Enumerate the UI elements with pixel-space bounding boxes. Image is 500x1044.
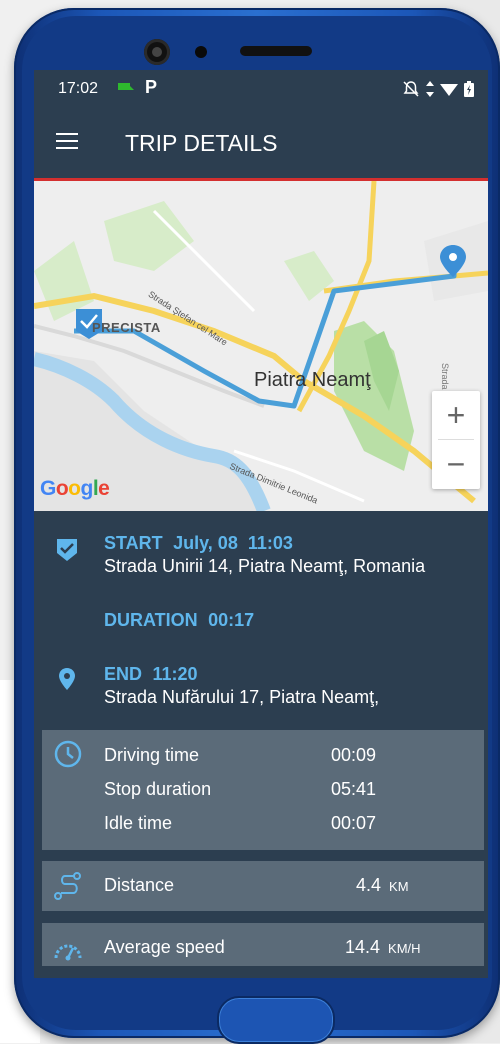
screen-bottom-edge: [34, 966, 488, 978]
end-location-pin-icon: [59, 668, 75, 690]
clock-icon: [54, 740, 82, 768]
home-button[interactable]: [217, 996, 335, 1044]
notifications-off-icon: [403, 81, 419, 97]
speedometer-icon: [54, 944, 82, 961]
start-datetime: July, 08 11:03: [173, 533, 293, 553]
start-checkpoint-icon: [57, 539, 77, 561]
driving-time-value: 00:09: [331, 745, 377, 765]
speaker-grille: [240, 46, 312, 56]
route-icon: [54, 872, 81, 900]
distance-value: 4.4 KM: [356, 875, 409, 895]
city-label: Piatra Neamţ: [254, 369, 371, 391]
end-label: END: [104, 664, 143, 684]
idle-time-label: Idle time: [104, 813, 173, 833]
parking-icon: P: [145, 77, 158, 97]
wifi-icon: [440, 84, 458, 96]
speed-unit: KM/H: [388, 941, 421, 956]
front-camera-icon: [144, 39, 170, 65]
distance-unit: KM: [389, 879, 409, 894]
zoom-out-button[interactable]: −: [432, 440, 480, 488]
zoom-controls: + −: [432, 391, 480, 489]
status-time: 17:02: [58, 80, 99, 97]
start-heading: START July, 08 11:03: [104, 533, 293, 554]
status-icons: [402, 80, 474, 98]
data-transfer-icon: [426, 81, 434, 97]
battery-icon: [464, 81, 474, 97]
status-bar: 17:02 P: [34, 70, 488, 110]
start-label: START: [104, 533, 163, 553]
idle-time-value: 00:07: [331, 813, 377, 833]
stop-duration-label: Stop duration: [104, 779, 212, 799]
duration-value: 00:17: [208, 610, 255, 630]
phone-screen: 17:02 P TRIP DETAILS Strada Ştefan cel M…: [34, 70, 488, 978]
page-title: TRIP DETAILS: [125, 130, 278, 156]
duration-label: DURATION: [104, 610, 198, 630]
zoom-in-button[interactable]: +: [432, 391, 480, 439]
message-icon: [118, 83, 134, 90]
time-stats-card: Driving time 00:09 Stop duration 05:41 I…: [42, 730, 484, 850]
sensor-icon: [195, 46, 207, 58]
trip-map[interactable]: Strada Ştefan cel Mare PRECISTA Piatra N…: [34, 181, 488, 511]
google-logo[interactable]: Google: [40, 477, 110, 501]
hamburger-menu-icon[interactable]: [56, 133, 78, 149]
average-speed-value: 14.4 KM/H: [345, 937, 421, 957]
end-heading: END 11:20: [104, 664, 198, 685]
map-canvas: [34, 181, 488, 511]
end-time: 11:20: [152, 664, 198, 684]
duration-heading: DURATION 00:17: [104, 610, 254, 631]
average-speed-label: Average speed: [104, 937, 225, 957]
end-address: Strada Nufărului 17, Piatra Neamţ,: [104, 687, 380, 707]
district-label: PRECISTA: [92, 320, 161, 335]
start-address: Strada Unirii 14, Piatra Neamţ, Romania: [104, 556, 426, 576]
street-label: Strada: [440, 363, 450, 390]
driving-time-label: Driving time: [104, 745, 200, 765]
stop-duration-value: 05:41: [331, 779, 377, 799]
app-bar: TRIP DETAILS: [34, 110, 488, 181]
distance-label: Distance: [104, 875, 175, 895]
distance-card: Distance 4.4 KM: [42, 861, 484, 911]
